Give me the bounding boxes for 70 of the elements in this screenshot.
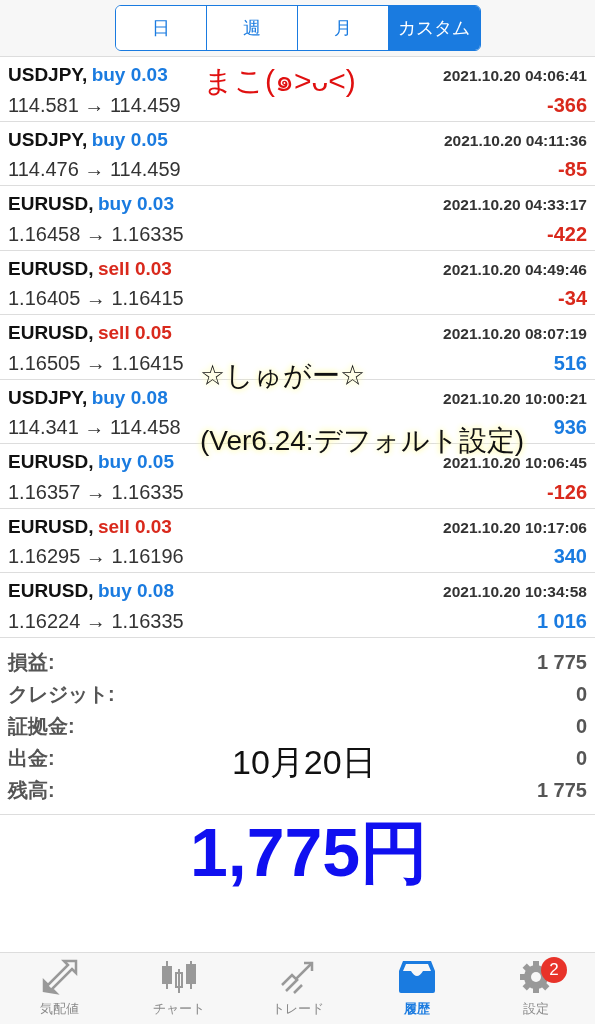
symbol-text: EURUSD,	[8, 193, 94, 214]
profit-text: -422	[546, 221, 587, 247]
time-text: 2021.10.20 10:34:58	[443, 582, 587, 602]
summary-label: 出金:	[8, 745, 55, 771]
symbol-text: EURUSD,	[8, 257, 94, 279]
inbox-tray-icon	[396, 959, 437, 995]
summary-value: 0	[575, 745, 587, 771]
nav-tab[interactable]: 履歴	[357, 953, 476, 1024]
summary-label: クレジット:	[8, 681, 115, 707]
summary-value: 0	[575, 681, 587, 707]
price-text: 1.16405 → 1.16415	[8, 286, 184, 311]
profit-text: 340	[553, 544, 587, 569]
price-text: 1.16357 → 1.16335	[8, 479, 184, 505]
profit-text: 1 016	[536, 608, 587, 634]
handwritten-note: まこ(๑˃ᴗ˂)	[203, 66, 356, 96]
notification-badge: 2	[541, 957, 567, 983]
order-text: sell 0.03	[97, 515, 172, 537]
nav-tab[interactable]: 気配値	[0, 953, 119, 1024]
period-tab[interactable]: 週	[206, 6, 298, 50]
order-text: buy 0.05	[97, 451, 174, 472]
price-text: 1.16458 → 1.16335	[8, 221, 184, 247]
summary-value: 1 775	[536, 649, 587, 675]
handwritten-note: 10月20日	[232, 745, 376, 779]
symbol-text: EURUSD,	[8, 451, 94, 472]
order-text: buy 0.08	[97, 580, 174, 601]
time-text: 2021.10.20 04:33:17	[443, 195, 587, 215]
handwritten-note: (Ver6.24:デフォルト設定)	[200, 427, 524, 455]
profit-text: 936	[553, 415, 587, 440]
time-text: 2021.10.20 10:00:21	[443, 388, 587, 409]
summary-label: 損益:	[8, 649, 55, 675]
nav-tab[interactable]: トレード	[238, 953, 357, 1024]
symbol-text: USDJPY,	[8, 128, 88, 150]
period-tab[interactable]: 日	[115, 6, 207, 50]
time-text: 2021.10.20 04:06:41	[443, 66, 587, 86]
symbol-text: USDJPY,	[8, 386, 88, 408]
order-text: buy 0.05	[91, 128, 168, 150]
summary-label: 残高:	[8, 777, 55, 803]
profit-text: -126	[546, 479, 587, 505]
handwritten-note: ☆しゅがー☆	[200, 362, 366, 390]
symbol-text: EURUSD,	[8, 322, 94, 343]
summary-value: 0	[575, 713, 587, 739]
price-text: 1.16295 → 1.16196	[8, 544, 184, 569]
price-text: 1.16505 → 1.16415	[8, 350, 184, 376]
order-text: buy 0.03	[97, 193, 174, 214]
profit-text: -34	[558, 286, 587, 311]
order-text: buy 0.08	[91, 386, 168, 408]
time-text: 2021.10.20 04:49:46	[443, 259, 587, 280]
price-text: 114.341 → 114.458	[8, 415, 181, 440]
time-text: 2021.10.20 10:17:06	[443, 517, 587, 538]
time-text: 2021.10.20 04:11:36	[443, 130, 587, 151]
price-text: 1.16224 → 1.16335	[8, 608, 184, 634]
order-text: sell 0.03	[97, 257, 172, 279]
time-text: 2021.10.20 08:07:19	[443, 324, 587, 344]
price-text: 114.476 → 114.459	[8, 157, 181, 182]
profit-text: 516	[553, 350, 587, 376]
order-text: buy 0.03	[91, 64, 168, 85]
symbol-text: EURUSD,	[8, 580, 94, 601]
symbol-text: EURUSD,	[8, 515, 94, 537]
handwritten-note: 1,775円	[190, 818, 429, 886]
price-text: 114.581 → 114.459	[8, 92, 181, 118]
symbol-text: USDJPY,	[8, 64, 88, 85]
period-tab[interactable]: 月	[298, 6, 390, 50]
profit-text: -85	[558, 157, 587, 182]
period-tab[interactable]: カスタム	[389, 6, 480, 50]
nav-tab[interactable]: チャート	[119, 953, 238, 1024]
order-text: sell 0.05	[97, 322, 172, 343]
summary-label: 証拠金:	[8, 713, 75, 739]
nav-tab[interactable]: 設定 2	[476, 953, 595, 1024]
profit-text: -366	[546, 92, 587, 118]
summary-value: 1 775	[536, 777, 587, 803]
